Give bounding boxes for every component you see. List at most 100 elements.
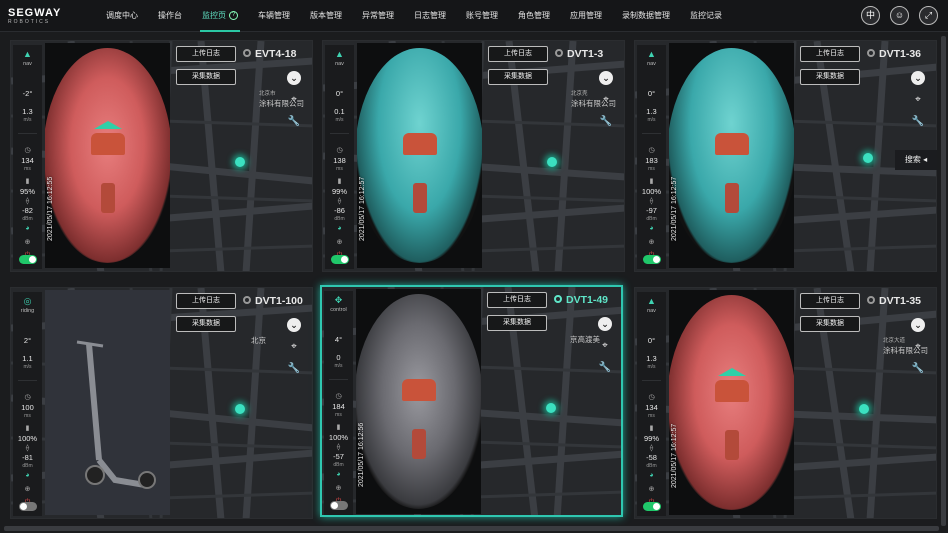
- vehicle-card[interactable]: 北京壳 涂科有限公司 2021/05/17 16:12:57 ▲ nav 0° 0.1 m/s…: [322, 40, 625, 272]
- nav-item[interactable]: 角色管理: [508, 0, 560, 32]
- remote-control-toggle[interactable]: [19, 255, 37, 264]
- upload-log-button[interactable]: 上传日志: [176, 46, 236, 62]
- vehicle-location-marker[interactable]: [235, 157, 245, 167]
- camera-feed[interactable]: [45, 43, 170, 268]
- vehicle-card[interactable]: 京高渡美 2021/05/17 16:12:56 ✥ control 4° 0 m/s ◷ 18…: [320, 285, 623, 517]
- remote-control-toggle[interactable]: [643, 502, 661, 511]
- nav-item[interactable]: 异常管理: [352, 0, 404, 32]
- map-place-label: 京高渡美: [570, 335, 600, 344]
- nav-item[interactable]: 录制数据管理: [612, 0, 680, 32]
- vehicle-status-panel: ▲nav0°1.3m/s◷134ms▮99%⟠-58dBm◕⊕⏻: [637, 292, 666, 516]
- zoom-in-button[interactable]: ⊕: [325, 238, 354, 246]
- fullscreen-icon[interactable]: ⤢: [919, 6, 938, 25]
- settings-wrench-icon[interactable]: 🔧: [598, 361, 612, 375]
- vehicle-card[interactable]: 北京大道 涂科有限公司 2021/05/17 16:12:57 ▲ nav 0° 1.3 m/…: [634, 287, 937, 519]
- expand-chevron-icon[interactable]: ⌄: [911, 318, 925, 332]
- camera-feed[interactable]: [356, 289, 481, 514]
- remote-control-toggle[interactable]: [19, 502, 37, 511]
- vehicle-card[interactable]: 北京◎riding2°1.1m/s◷100ms▮100%⟠-81dBm◕⊕⏻上传…: [10, 287, 313, 519]
- driving-mode-label: nav: [647, 308, 656, 314]
- map-place-label: 北京市: [259, 91, 276, 97]
- battery-icon: ▮: [25, 425, 30, 432]
- camera-feed[interactable]: [669, 43, 794, 268]
- nav-item-label: 监控页: [202, 11, 226, 20]
- nav-item[interactable]: 操作台: [148, 0, 192, 32]
- nav-item[interactable]: 车辆管理: [248, 0, 300, 32]
- upload-log-button[interactable]: 上传日志: [800, 293, 860, 309]
- collect-data-button[interactable]: 采集数据: [488, 69, 548, 85]
- vehicle-card[interactable]: 2021/05/17 16:12:57 ▲ nav 0° 1.3 m/s ◷ 183 ms ▮ 10…: [634, 40, 937, 272]
- expand-chevron-icon[interactable]: ⌄: [598, 317, 612, 331]
- expand-chevron-icon[interactable]: ⌄: [287, 71, 301, 85]
- language-toggle-button[interactable]: 中: [861, 6, 880, 25]
- upload-log-button[interactable]: 上传日志: [487, 292, 547, 308]
- brand-line-2: ROBOTICS: [8, 19, 51, 25]
- vehicle-location-marker[interactable]: [863, 153, 873, 163]
- locate-crosshair-icon[interactable]: ⌖: [598, 339, 612, 353]
- nav-item[interactable]: 账号管理: [456, 0, 508, 32]
- control-icon: ✥: [334, 295, 343, 305]
- camera-feed[interactable]: [357, 43, 482, 268]
- collect-data-button[interactable]: 采集数据: [800, 69, 860, 85]
- upload-log-button[interactable]: 上传日志: [176, 293, 236, 309]
- vehicle-name: DVT1-100: [243, 295, 303, 307]
- vehicle-name: DVT1-36: [867, 48, 921, 60]
- locate-crosshair-icon[interactable]: ⌖: [287, 93, 301, 107]
- signal-icon: ⟠: [649, 198, 654, 205]
- expand-chevron-icon[interactable]: ⌄: [911, 71, 925, 85]
- remote-control-toggle[interactable]: [330, 501, 348, 510]
- vehicle-card[interactable]: 北京市 涂科有限公司 2021/05/17 16:12:55 ▲ nav -2° 1.3 m/…: [10, 40, 313, 272]
- locate-crosshair-icon[interactable]: ⌖: [911, 93, 925, 107]
- settings-wrench-icon[interactable]: 🔧: [911, 115, 925, 129]
- vehicle-location-marker[interactable]: [859, 404, 869, 414]
- user-avatar-icon[interactable]: ☺: [890, 6, 909, 25]
- nav-item[interactable]: 调度中心: [96, 0, 148, 32]
- nav-item-label: 录制数据管理: [622, 11, 670, 20]
- remote-control-toggle[interactable]: [643, 255, 661, 264]
- search-panel-tab[interactable]: 搜索 ◂: [895, 150, 937, 170]
- settings-wrench-icon[interactable]: 🔧: [599, 115, 613, 129]
- expand-chevron-icon[interactable]: ⌄: [287, 318, 301, 332]
- settings-wrench-icon[interactable]: 🔧: [287, 115, 301, 129]
- zoom-in-button[interactable]: ⊕: [324, 484, 353, 492]
- nav-item[interactable]: 监控页?: [192, 0, 248, 32]
- vertical-scrollbar[interactable]: [941, 36, 946, 526]
- collect-data-button[interactable]: 采集数据: [800, 316, 860, 332]
- signal-unit: dBm: [22, 463, 33, 469]
- expand-chevron-icon[interactable]: ⌄: [599, 71, 613, 85]
- locate-crosshair-icon[interactable]: ⌖: [287, 340, 301, 354]
- camera-feed[interactable]: [669, 290, 794, 515]
- online-status-icon: [867, 49, 875, 57]
- settings-wrench-icon[interactable]: 🔧: [911, 362, 925, 376]
- top-right-icons: 中 ☺ ⤢: [861, 6, 938, 25]
- remote-control-toggle[interactable]: [331, 255, 349, 264]
- heading-angle: 2°: [23, 336, 32, 345]
- vehicle-status-panel: ▲nav-2°1.3m/s◷134ms▮95%⟠-82dBm◕⊕⏻: [13, 45, 42, 269]
- zoom-in-button[interactable]: ⊕: [13, 485, 42, 493]
- vehicle-location-marker[interactable]: [547, 157, 557, 167]
- online-status-icon: [554, 295, 562, 303]
- vehicle-location-marker[interactable]: [546, 403, 556, 413]
- upload-log-button[interactable]: 上传日志: [488, 46, 548, 62]
- collect-data-button[interactable]: 采集数据: [176, 69, 236, 85]
- nav-item[interactable]: 版本管理: [300, 0, 352, 32]
- zoom-in-button[interactable]: ⊕: [637, 238, 666, 246]
- locate-crosshair-icon[interactable]: ⌖: [911, 340, 925, 354]
- zoom-in-button[interactable]: ⊕: [637, 485, 666, 493]
- vehicle-location-marker[interactable]: [235, 404, 245, 414]
- locate-crosshair-icon[interactable]: ⌖: [599, 93, 613, 107]
- nav-item[interactable]: 应用管理: [560, 0, 612, 32]
- driving-mode-label: nav: [335, 61, 344, 67]
- help-icon[interactable]: ?: [229, 11, 238, 21]
- vehicle-name-text: DVT1-49: [566, 294, 609, 306]
- nav-item[interactable]: 日志管理: [404, 0, 456, 32]
- collect-data-button[interactable]: 采集数据: [176, 316, 236, 332]
- nav-item[interactable]: 监控记录: [680, 0, 732, 32]
- zoom-in-button[interactable]: ⊕: [13, 238, 42, 246]
- horizontal-scrollbar[interactable]: [4, 526, 939, 531]
- upload-log-button[interactable]: 上传日志: [800, 46, 860, 62]
- latency-value: 183: [645, 156, 658, 165]
- settings-wrench-icon[interactable]: 🔧: [287, 362, 301, 376]
- map-place-label: 北京: [251, 336, 266, 345]
- collect-data-button[interactable]: 采集数据: [487, 315, 547, 331]
